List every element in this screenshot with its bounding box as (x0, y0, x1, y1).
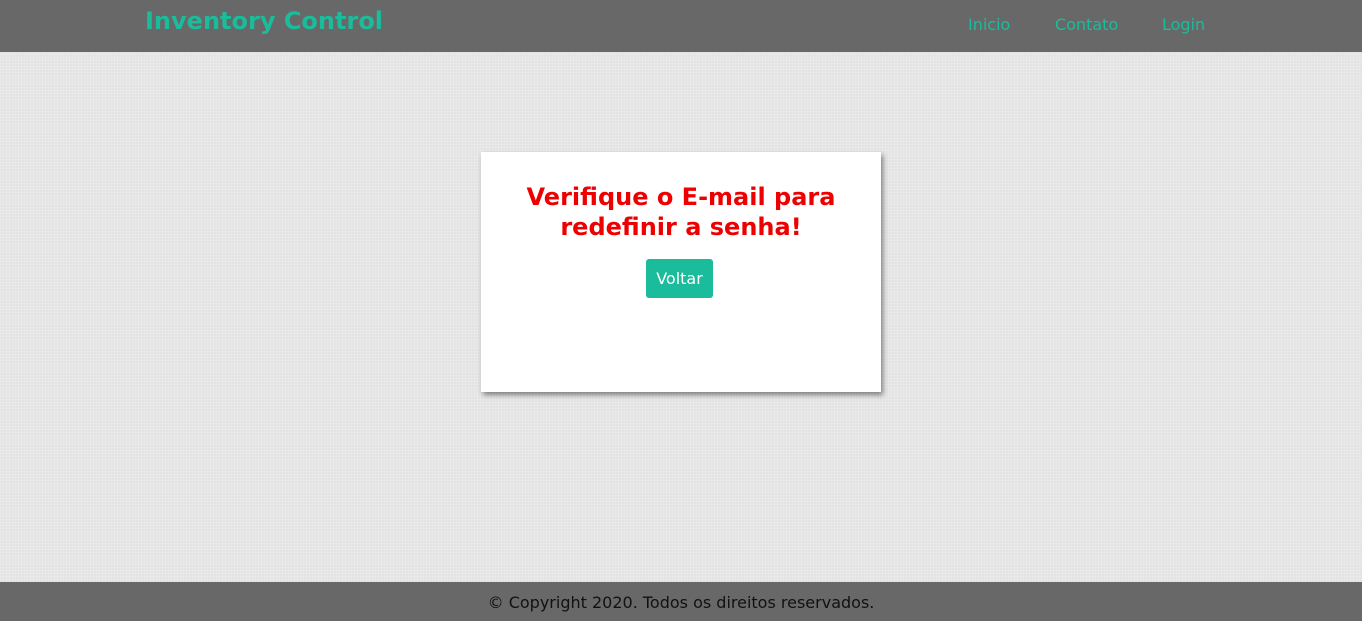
message-line-2: redefinir a senha! (560, 213, 802, 241)
brand-logo-link[interactable]: Inventory Control (145, 7, 383, 35)
nav-link-login[interactable]: Login (1162, 15, 1205, 34)
message-title: Verifique o E-mail para redefinir a senh… (481, 182, 881, 242)
page-footer: © Copyright 2020. Todos os direitos rese… (0, 582, 1362, 621)
nav-link-contato[interactable]: Contato (1055, 15, 1118, 34)
back-button[interactable]: Voltar (646, 259, 713, 298)
message-card: Verifique o E-mail para redefinir a senh… (481, 152, 881, 392)
message-line-1: Verifique o E-mail para (526, 183, 836, 211)
top-navbar: Inventory Control Inicio Contato Login (0, 0, 1362, 52)
copyright-text: © Copyright 2020. Todos os direitos rese… (487, 593, 875, 612)
nav-link-inicio[interactable]: Inicio (968, 15, 1010, 34)
